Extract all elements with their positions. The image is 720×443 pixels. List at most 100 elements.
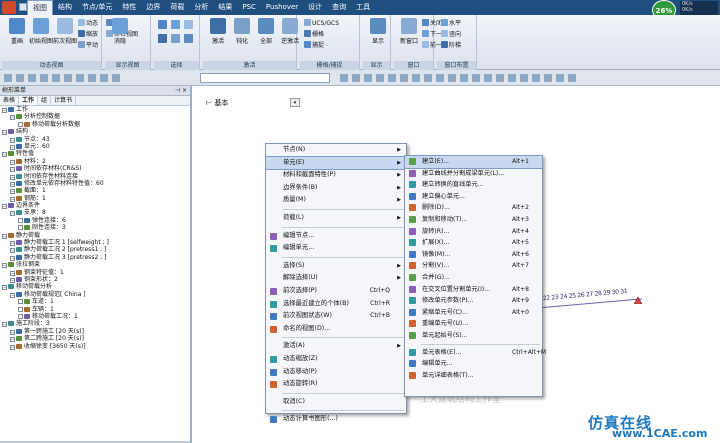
expand-toggle-icon[interactable]: − <box>10 174 15 180</box>
context-menu-item[interactable]: 边界条件(B) ▶ <box>266 182 406 195</box>
toolbar-icon[interactable] <box>496 74 504 82</box>
toolbar-icon[interactable] <box>400 74 408 82</box>
expand-toggle-icon[interactable]: − <box>10 248 15 254</box>
toolbar-icon[interactable] <box>460 74 468 82</box>
toolbar-icon[interactable] <box>412 74 420 82</box>
tree-item[interactable]: − 结构 <box>0 128 190 136</box>
tree-item[interactable]: − 静力荷载工况 2 [pretress1 ; ] <box>0 246 190 254</box>
toolbar-icon[interactable] <box>424 74 432 82</box>
toolbar-icon[interactable] <box>544 74 552 82</box>
toolbar-icon[interactable] <box>364 74 372 82</box>
ribbon-tab[interactable]: 结构 <box>53 0 77 15</box>
ribbon-tab[interactable]: 分析 <box>189 0 213 15</box>
ribbon-tab[interactable]: 边界 <box>141 0 165 15</box>
toolbar-icon[interactable] <box>448 74 456 82</box>
submenu-item[interactable]: 复制和移动(T)... Alt+3 <box>405 214 542 226</box>
expand-toggle-icon[interactable]: − <box>10 181 15 187</box>
context-menu-item[interactable]: 动态计算书图形(...) <box>266 413 406 426</box>
submenu-item[interactable]: 重编单元号(U)... <box>405 318 542 330</box>
expand-toggle-icon[interactable]: − <box>10 241 15 247</box>
submenu-item[interactable]: 扩展(X)... Alt+5 <box>405 237 542 249</box>
ribbon-tab[interactable]: 荷载 <box>165 0 189 15</box>
ribbon-small-button[interactable]: 动态 <box>78 19 98 29</box>
context-menu-item[interactable]: 动态移动(P) <box>266 366 406 379</box>
context-menu-item[interactable]: 取消(C) <box>266 396 406 409</box>
tree-item[interactable]: − 第二跨施工 [20 天(s)] <box>0 335 190 343</box>
toolbar-icon[interactable] <box>40 74 48 82</box>
ribbon-button[interactable]: 初始视图 <box>28 18 54 52</box>
tree-item[interactable]: − 特性值 <box>0 150 190 158</box>
ribbon-tab[interactable]: 特性 <box>117 0 141 15</box>
context-menu-item[interactable]: 选择最近建立的个体(B) Ctrl+R <box>266 298 406 311</box>
submenu-item[interactable]: 建立转换的直线单元... <box>405 179 542 191</box>
ribbon-button[interactable]: 重画 <box>4 18 30 52</box>
context-menu-item[interactable]: 前次选择(P) Ctrl+Q <box>266 285 406 298</box>
panel-tab[interactable]: 工作 <box>19 96 39 105</box>
expand-toggle-icon[interactable] <box>18 306 23 312</box>
ribbon-button[interactable]: 新窗口 <box>396 18 422 52</box>
toolbar-icon[interactable] <box>388 74 396 82</box>
context-menu-item[interactable]: 编辑单元... <box>266 242 406 255</box>
submenu-item[interactable]: 单元起始号(S)... <box>405 330 542 342</box>
ribbon-tool-icon[interactable] <box>158 34 167 43</box>
tree-item[interactable]: − 张拉钢束 <box>0 261 190 269</box>
ribbon-tab[interactable]: 工具 <box>351 0 375 15</box>
submenu-item[interactable]: 分割(V)... Alt+7 <box>405 260 542 272</box>
ribbon-button[interactable]: 消隐 <box>107 18 133 52</box>
expand-toggle-icon[interactable]: − <box>10 196 15 202</box>
expand-toggle-icon[interactable]: − <box>10 167 15 173</box>
toolbar-icon[interactable] <box>556 74 564 82</box>
tree-item[interactable]: − 时间依存性材料连接 <box>0 173 190 180</box>
submenu-item[interactable]: 镜像(M)... Alt+6 <box>405 249 542 261</box>
ribbon-button[interactable]: 显示 <box>365 18 391 52</box>
tree-item[interactable]: − 施工阶段：3 <box>0 320 190 328</box>
toolbar-icon[interactable] <box>28 74 36 82</box>
tree-item[interactable]: 车道：1 <box>0 298 190 305</box>
submenu-item[interactable]: 建立(E)... Alt+1 <box>404 155 543 169</box>
app-menu-button[interactable] <box>2 1 16 14</box>
submenu-item[interactable]: 单元表格(E)... Ctrl+Alt+M <box>405 347 546 359</box>
context-menu-item[interactable]: 选择(S) ▶ <box>266 260 406 273</box>
toolbar-icon[interactable] <box>88 74 96 82</box>
ribbon-tool-icon[interactable] <box>184 34 193 43</box>
ribbon-tab[interactable]: Pushover <box>261 0 303 15</box>
ribbon-small-button[interactable]: 水平 <box>441 19 461 29</box>
view-dropdown-arrow[interactable]: ▾ <box>290 98 300 107</box>
ribbon-tab[interactable]: 结果 <box>213 0 237 15</box>
expand-toggle-icon[interactable]: − <box>2 322 7 328</box>
expand-toggle-icon[interactable] <box>18 225 23 231</box>
toolbar-icon[interactable] <box>4 74 12 82</box>
submenu-item[interactable]: 编辑单元... <box>405 358 542 370</box>
toolbar-icon[interactable] <box>484 74 492 82</box>
submenu-item[interactable]: 旋转(R)... Alt+4 <box>405 226 542 238</box>
expand-toggle-icon[interactable] <box>18 121 23 127</box>
context-menu-item[interactable]: 前次视图状态(W) Ctrl+B <box>266 310 406 323</box>
submenu-item[interactable]: 紧缩单元号(C)... Alt+0 <box>405 307 542 319</box>
submenu-item[interactable]: 修改单元参数(P)... Alt+9 <box>405 295 542 307</box>
toolbar-icon[interactable] <box>472 74 480 82</box>
tree-item[interactable]: − 钢束特征值：1 <box>0 269 190 276</box>
toolbar-icon[interactable] <box>64 74 72 82</box>
tree-item[interactable]: − 收缩徐变 [3650 天(s)] <box>0 343 190 350</box>
tree-item[interactable]: − 移动荷载分析 <box>0 283 190 291</box>
submenu-item[interactable]: 建立曲线并分割成梁单元(L)... <box>405 168 542 180</box>
pin-icon[interactable]: ⊣ × <box>175 86 187 96</box>
ribbon-small-button[interactable]: 竖向 <box>441 30 461 40</box>
toolbar-icon[interactable] <box>52 74 60 82</box>
expand-toggle-icon[interactable] <box>18 217 23 223</box>
tree-item[interactable]: − 时间依存材料(CR&S) <box>0 165 190 173</box>
toolbar-icon[interactable] <box>340 74 348 82</box>
context-menu-item[interactable]: 节点(N) ▶ <box>266 144 406 157</box>
ribbon-tab[interactable]: 查询 <box>327 0 351 15</box>
tree-item[interactable]: 车辆：1 <box>0 306 190 313</box>
panel-tab[interactable]: 组 <box>38 96 52 105</box>
toolbar-icon[interactable] <box>520 74 528 82</box>
expand-toggle-icon[interactable]: − <box>10 277 15 283</box>
context-menu-item[interactable]: 编辑节点... <box>266 230 406 243</box>
ribbon-button[interactable]: 钝化 <box>229 18 255 52</box>
expand-toggle-icon[interactable] <box>18 299 23 305</box>
submenu-item[interactable]: 单元详细表格(T)... <box>405 370 542 382</box>
expand-toggle-icon[interactable]: − <box>10 159 15 165</box>
tree-item[interactable]: − 静力荷载 <box>0 232 190 239</box>
ribbon-tab[interactable]: 视图 <box>27 0 53 15</box>
